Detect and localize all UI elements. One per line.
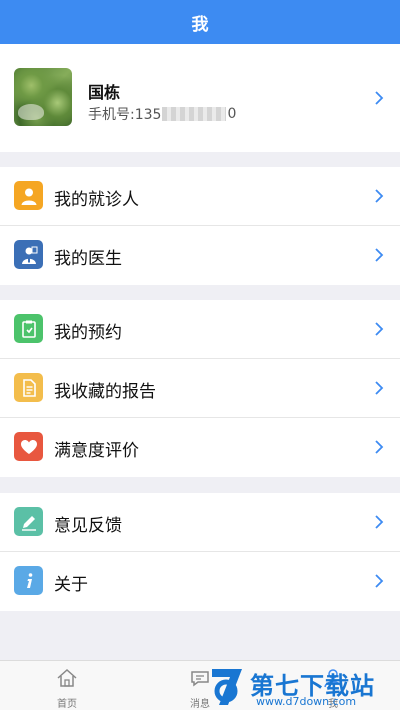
menu-item-my-doctors[interactable]: 我的医生: [0, 226, 400, 285]
chevron-right-icon: [372, 91, 386, 105]
menu-item-label: 我的医生: [54, 249, 122, 269]
profile-card[interactable]: 国栋 手机号:135 0: [0, 44, 400, 152]
chevron-right-icon: [372, 381, 386, 395]
watermark-url: www.d7down.com: [256, 695, 357, 708]
avatar: [14, 68, 72, 126]
chevron-right-icon: [372, 322, 386, 336]
menu-item-label: 满意度评价: [54, 441, 139, 461]
heart-icon: [14, 432, 43, 461]
phone-prefix: 手机号:135: [88, 107, 162, 123]
home-icon: [56, 667, 78, 693]
menu-item-saved-reports[interactable]: 我收藏的报告: [0, 359, 400, 418]
menu-item-my-appointments[interactable]: 我的预约: [0, 300, 400, 359]
menu-group-3: 意见反馈 关于: [0, 493, 400, 611]
menu-item-label: 我的预约: [54, 323, 122, 343]
menu-item-feedback[interactable]: 意见反馈: [0, 493, 400, 552]
appointment-icon: [14, 314, 43, 343]
doctor-icon: [14, 240, 43, 269]
info-icon: [14, 566, 43, 595]
menu-item-label: 意见反馈: [54, 516, 122, 536]
menu-group-1: 我的就诊人 我的医生: [0, 167, 400, 285]
profile-phone: 手机号:135 0: [88, 104, 236, 124]
tab-label: 首页: [57, 699, 77, 710]
profile-name: 国栋: [88, 83, 121, 102]
menu-item-label: 我的就诊人: [54, 190, 139, 210]
tab-home[interactable]: 首页: [37, 667, 97, 710]
chevron-right-icon: [372, 574, 386, 588]
pencil-icon: [14, 507, 43, 536]
menu-item-my-patients[interactable]: 我的就诊人: [0, 167, 400, 226]
menu-item-satisfaction[interactable]: 满意度评价: [0, 418, 400, 477]
phone-suffix: 0: [227, 106, 237, 122]
page-title: 我: [191, 14, 209, 35]
patient-icon: [14, 181, 43, 210]
report-icon: [14, 373, 43, 402]
phone-mask: [162, 107, 227, 121]
chevron-right-icon: [372, 515, 386, 529]
chevron-right-icon: [372, 248, 386, 262]
watermark-logo-icon: [208, 665, 248, 710]
watermark: 第七下载站 www.d7down.com: [202, 663, 400, 710]
nav-bar: 我: [0, 0, 400, 44]
menu-group-2: 我的预约 我收藏的报告 满意度评价: [0, 300, 400, 477]
chevron-right-icon: [372, 440, 386, 454]
menu-item-about[interactable]: 关于: [0, 552, 400, 611]
chevron-right-icon: [372, 189, 386, 203]
menu-item-label: 关于: [54, 575, 88, 595]
menu-item-label: 我收藏的报告: [54, 382, 156, 402]
